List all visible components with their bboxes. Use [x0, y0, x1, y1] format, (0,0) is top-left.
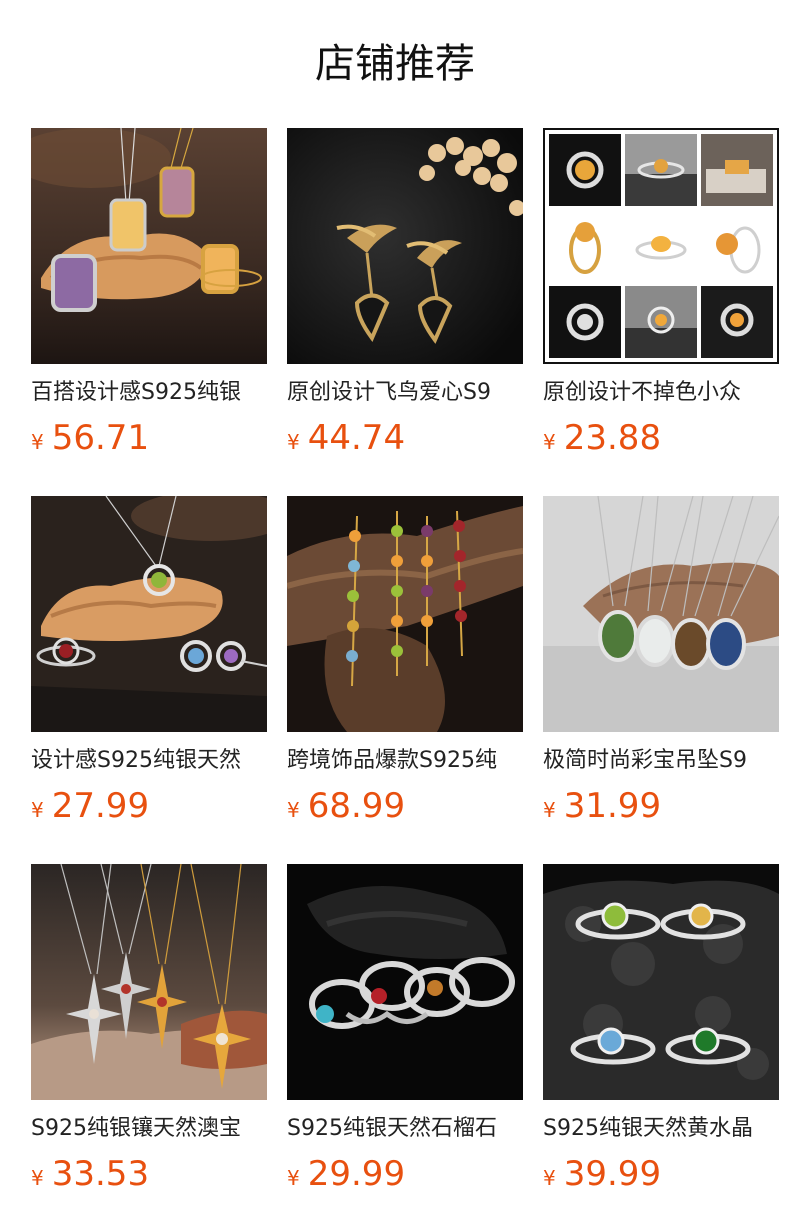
product-name[interactable]: 跨境饰品爆款S925纯	[287, 746, 523, 776]
product-price: ¥56.71	[31, 418, 267, 458]
product-image[interactable]	[287, 496, 523, 732]
image-collage	[543, 128, 779, 364]
product-price: ¥39.99	[543, 1154, 779, 1194]
product-card[interactable]: S925纯银镶天然澳宝 ¥33.53	[31, 864, 267, 1194]
product-image[interactable]	[543, 864, 779, 1100]
product-card[interactable]: 原创设计不掉色小众 ¥23.88	[543, 128, 779, 458]
product-card[interactable]: 原创设计飞鸟爱心S9 ¥44.74	[287, 128, 523, 458]
product-card[interactable]: 极简时尚彩宝吊坠S9 ¥31.99	[543, 496, 779, 826]
product-card[interactable]: S925纯银天然黄水晶 ¥39.99	[543, 864, 779, 1194]
price-value: 44.74	[307, 418, 406, 458]
product-image[interactable]	[287, 128, 523, 364]
product-name[interactable]: 百搭设计感S925纯银	[31, 378, 267, 408]
currency-symbol: ¥	[543, 1166, 556, 1190]
product-image[interactable]	[287, 864, 523, 1100]
product-price: ¥27.99	[31, 786, 267, 826]
product-name[interactable]: 极简时尚彩宝吊坠S9	[543, 746, 779, 776]
product-price: ¥31.99	[543, 786, 779, 826]
product-card[interactable]: S925纯银天然石榴石 ¥29.99	[287, 864, 523, 1194]
currency-symbol: ¥	[31, 1166, 44, 1190]
price-value: 39.99	[563, 1154, 662, 1194]
currency-symbol: ¥	[543, 798, 556, 822]
product-card[interactable]: 百搭设计感S925纯银 ¥56.71	[31, 128, 267, 458]
currency-symbol: ¥	[287, 798, 300, 822]
product-name[interactable]: S925纯银镶天然澳宝	[31, 1114, 267, 1144]
product-name[interactable]: 原创设计飞鸟爱心S9	[287, 378, 523, 408]
product-name[interactable]: 设计感S925纯银天然	[31, 746, 267, 776]
product-image[interactable]	[543, 128, 779, 364]
currency-symbol: ¥	[287, 1166, 300, 1190]
product-image[interactable]	[31, 496, 267, 732]
section-title: 店铺推荐	[315, 41, 475, 87]
product-card[interactable]: 跨境饰品爆款S925纯 ¥68.99	[287, 496, 523, 826]
currency-symbol: ¥	[543, 430, 556, 454]
currency-symbol: ¥	[31, 798, 44, 822]
product-name[interactable]: 原创设计不掉色小众	[543, 378, 779, 408]
price-value: 23.88	[563, 418, 662, 458]
price-value: 56.71	[51, 418, 150, 458]
currency-symbol: ¥	[287, 430, 300, 454]
price-value: 27.99	[51, 786, 150, 826]
product-name[interactable]: S925纯银天然黄水晶	[543, 1114, 779, 1144]
product-price: ¥68.99	[287, 786, 523, 826]
product-price: ¥44.74	[287, 418, 523, 458]
product-image[interactable]	[31, 864, 267, 1100]
product-price: ¥33.53	[31, 1154, 267, 1194]
product-card[interactable]: 设计感S925纯银天然 ¥27.99	[31, 496, 267, 826]
price-value: 29.99	[307, 1154, 406, 1194]
currency-symbol: ¥	[31, 430, 44, 454]
product-price: ¥29.99	[287, 1154, 523, 1194]
product-image[interactable]	[31, 128, 267, 364]
price-value: 31.99	[563, 786, 662, 826]
product-price: ¥23.88	[543, 418, 779, 458]
product-name[interactable]: S925纯银天然石榴石	[287, 1114, 523, 1144]
price-value: 68.99	[307, 786, 406, 826]
product-image[interactable]	[543, 496, 779, 732]
price-value: 33.53	[51, 1154, 150, 1194]
